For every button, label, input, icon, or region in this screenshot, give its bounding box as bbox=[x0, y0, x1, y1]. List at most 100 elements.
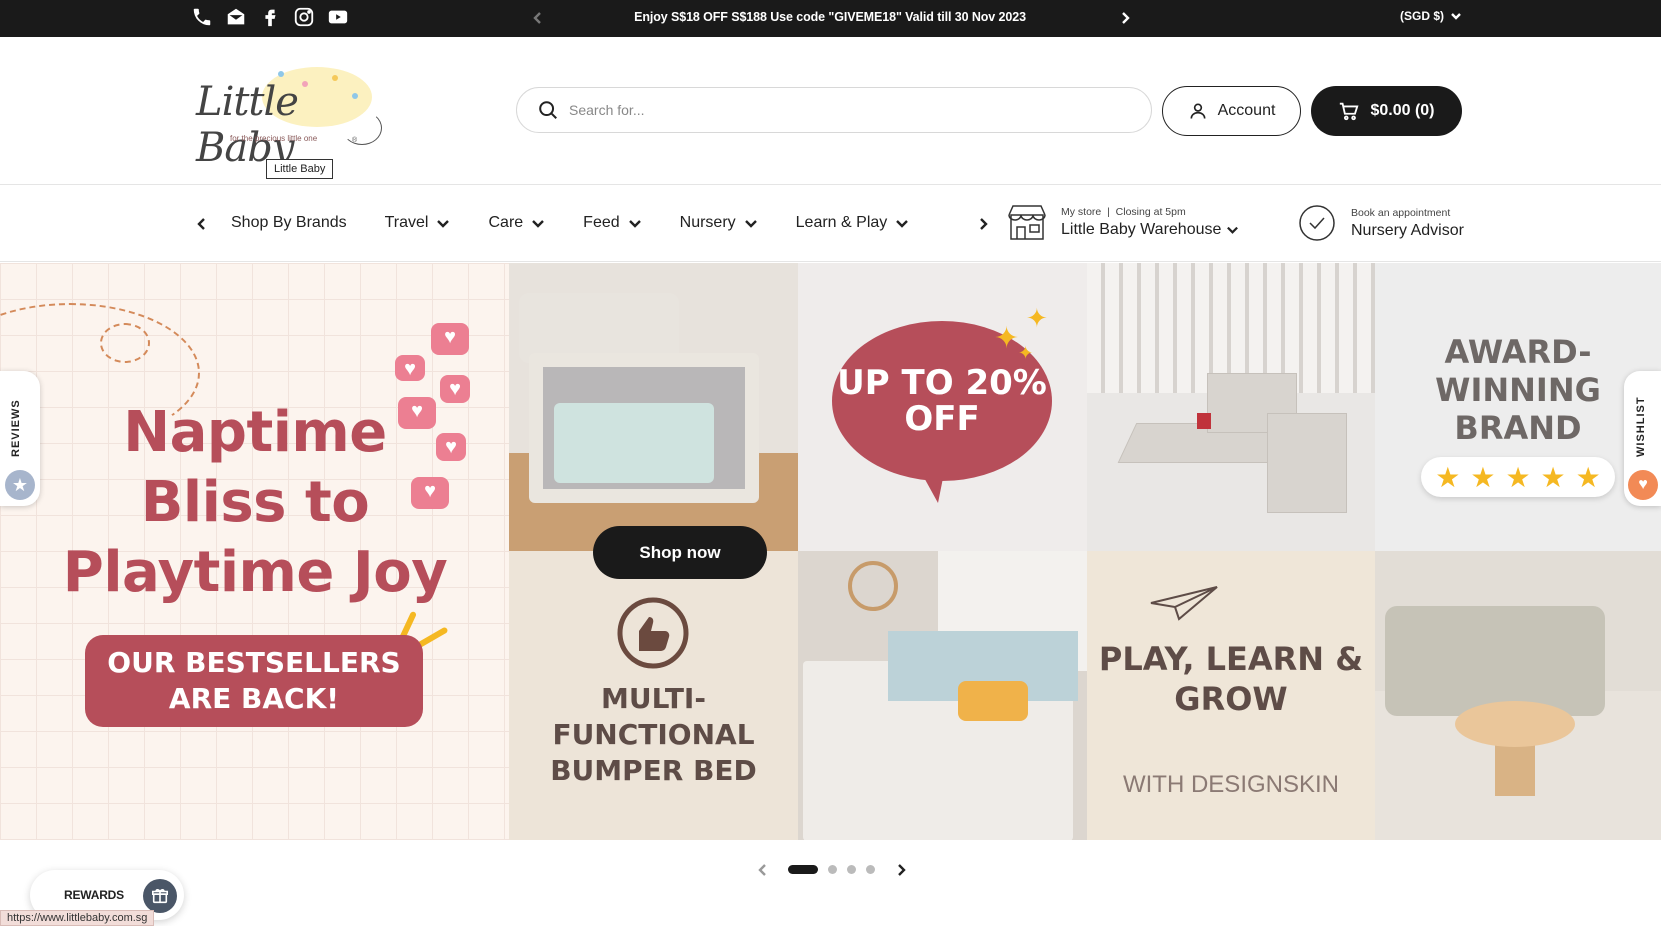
stairs-slide-photo bbox=[1087, 263, 1375, 551]
play-learn-tile: PLAY, LEARN & GROW WITH DESIGNSKIN bbox=[1087, 551, 1375, 840]
store-hours: Closing at 5pm bbox=[1115, 205, 1186, 218]
hero-banner[interactable]: Naptime Bliss to Playtime Joy OUR BESTSE… bbox=[0, 263, 1661, 840]
sale-tile: UP TO 20% OFF ✦ ✦ ✦ bbox=[798, 263, 1087, 551]
wishlist-label: WISHLIST bbox=[1635, 396, 1647, 457]
bestsellers-badge: OUR BESTSELLERS ARE BACK! bbox=[85, 635, 423, 727]
announcement-bar: Enjoy S$18 OFF S$188 Use code "GIVEME18"… bbox=[0, 0, 1661, 37]
play-learn-text: PLAY, LEARN & GROW bbox=[1098, 640, 1364, 718]
gift-icon bbox=[143, 879, 177, 913]
search-icon bbox=[539, 101, 557, 119]
bumper-bed-text: MULTI-FUNCTIONAL BUMPER BED bbox=[550, 682, 757, 787]
site-header: Little Baby for the precious little one … bbox=[0, 37, 1661, 185]
dashed-loop-decoration bbox=[100, 323, 150, 363]
cart-total: $0.00 (0) bbox=[1370, 102, 1435, 119]
user-icon bbox=[1190, 103, 1206, 119]
store-selector[interactable]: My store | Closing at 5pm Little Baby Wa… bbox=[1007, 203, 1239, 241]
playpen-room-photo bbox=[509, 263, 798, 551]
nav-prev-button[interactable] bbox=[192, 214, 212, 234]
star-icon: ★ bbox=[1540, 461, 1566, 493]
storefront-icon bbox=[1008, 205, 1046, 240]
sparkle-icon: ✦ bbox=[1018, 343, 1034, 363]
star-icon: ★ bbox=[1435, 461, 1461, 493]
nav-next-button[interactable] bbox=[973, 214, 993, 234]
nav-item-label: Shop By Brands bbox=[231, 214, 347, 231]
heart-icon bbox=[431, 323, 469, 355]
award-text: AWARD-WINNING BRAND bbox=[1435, 333, 1601, 447]
announcement-prev-button[interactable] bbox=[528, 8, 548, 28]
chevron-down-icon bbox=[744, 220, 757, 228]
main-navigation: Shop By Brands Travel Care Feed Nursery … bbox=[0, 186, 1661, 262]
brand-tag bbox=[1197, 413, 1211, 429]
announcement-text: Enjoy S$18 OFF S$188 Use code "GIVEME18"… bbox=[634, 10, 1026, 24]
logo-tagline: for the precious little one bbox=[230, 134, 318, 143]
nav-item-label: Care bbox=[488, 214, 524, 231]
slider-dot[interactable] bbox=[866, 865, 875, 874]
search-input[interactable] bbox=[569, 102, 1129, 118]
cart-button[interactable]: $0.00 (0) bbox=[1311, 86, 1462, 136]
slider-dot[interactable] bbox=[788, 865, 818, 874]
rating-stars: ★ ★ ★ ★ ★ bbox=[1421, 457, 1615, 497]
chevron-down-icon bbox=[628, 220, 641, 228]
wishlist-tab[interactable]: WISHLIST ♥ bbox=[1624, 371, 1661, 506]
shop-now-button[interactable]: Shop now bbox=[593, 526, 767, 579]
appointment-prefix: Book an appointment bbox=[1351, 206, 1451, 219]
sparkle-icon: ✦ bbox=[1026, 303, 1048, 333]
slider-dot[interactable] bbox=[847, 865, 856, 874]
chevron-down-icon bbox=[1227, 226, 1239, 234]
star-icon: ★ bbox=[1575, 461, 1601, 493]
nav-item-learn-and-play[interactable]: Learn & Play bbox=[796, 214, 910, 232]
living-room-photo bbox=[1375, 551, 1661, 840]
star-icon: ★ bbox=[1505, 461, 1531, 493]
status-bar-url: https://www.littlebaby.com.sg bbox=[0, 910, 155, 926]
nav-item-feed[interactable]: Feed bbox=[583, 214, 641, 232]
slider-dots bbox=[788, 865, 875, 874]
social-links bbox=[190, 5, 350, 29]
hero-headline: Naptime Bliss to Playtime Joy bbox=[62, 400, 448, 605]
nav-menu: Shop By Brands Travel Care Feed Nursery … bbox=[231, 214, 909, 232]
logo-registered-mark: ® bbox=[352, 137, 358, 144]
star-icon: ★ bbox=[1470, 461, 1496, 493]
search-bar[interactable] bbox=[516, 87, 1152, 133]
chevron-down-icon bbox=[437, 220, 450, 228]
facebook-icon[interactable] bbox=[258, 5, 282, 29]
sparkle-icon: ✦ bbox=[994, 322, 1020, 355]
nav-item-care[interactable]: Care bbox=[488, 214, 545, 232]
nav-item-label: Travel bbox=[384, 214, 429, 231]
paper-plane-icon bbox=[1150, 586, 1218, 621]
clock-icon bbox=[1299, 205, 1335, 241]
logo-swirl bbox=[342, 111, 382, 145]
account-button[interactable]: Account bbox=[1162, 86, 1301, 136]
logo-tooltip: Little Baby bbox=[266, 159, 334, 179]
nav-item-nursery[interactable]: Nursery bbox=[680, 214, 758, 232]
heart-icon: ♥ bbox=[1628, 470, 1658, 500]
currency-label: (SGD $) bbox=[1400, 9, 1445, 23]
slider-prev-button[interactable] bbox=[753, 860, 773, 880]
hero-left-panel: Naptime Bliss to Playtime Joy OUR BESTSE… bbox=[0, 263, 509, 840]
slider-dot[interactable] bbox=[828, 865, 837, 874]
chevron-down-icon bbox=[532, 220, 545, 228]
youtube-icon[interactable] bbox=[326, 5, 350, 29]
nav-item-shop-by-brands[interactable]: Shop By Brands bbox=[231, 214, 347, 232]
chevron-down-icon bbox=[1451, 13, 1461, 20]
instagram-icon[interactable] bbox=[292, 5, 316, 29]
nav-item-label: Feed bbox=[583, 214, 620, 231]
currency-selector[interactable]: (SGD $) bbox=[1400, 9, 1462, 23]
cart-icon bbox=[1340, 102, 1359, 121]
appointment-link[interactable]: Book an appointment Nursery Advisor bbox=[1297, 203, 1464, 243]
announcement-next-button[interactable] bbox=[1115, 8, 1135, 28]
reviews-tab[interactable]: REVIEWS ★ bbox=[0, 371, 40, 506]
slider-next-button[interactable] bbox=[891, 860, 911, 880]
store-name: Little Baby Warehouse bbox=[1061, 220, 1222, 238]
phone-icon[interactable] bbox=[190, 5, 214, 29]
chevron-down-icon bbox=[896, 220, 909, 228]
reviews-label: REVIEWS bbox=[10, 399, 22, 457]
bumper-bed-tile: MULTI-FUNCTIONAL BUMPER BED bbox=[509, 551, 798, 840]
appointment-name: Nursery Advisor bbox=[1351, 221, 1464, 239]
award-tile: AWARD-WINNING BRAND ★ ★ ★ ★ ★ bbox=[1375, 263, 1661, 551]
email-icon[interactable] bbox=[224, 5, 248, 29]
nav-item-travel[interactable]: Travel bbox=[385, 214, 451, 232]
thumbs-up-icon bbox=[617, 597, 689, 669]
logo-dot bbox=[278, 71, 284, 77]
play-learn-subtext: WITH DESIGNSKIN bbox=[1122, 771, 1339, 798]
rewards-label: REWARDS bbox=[64, 888, 124, 902]
